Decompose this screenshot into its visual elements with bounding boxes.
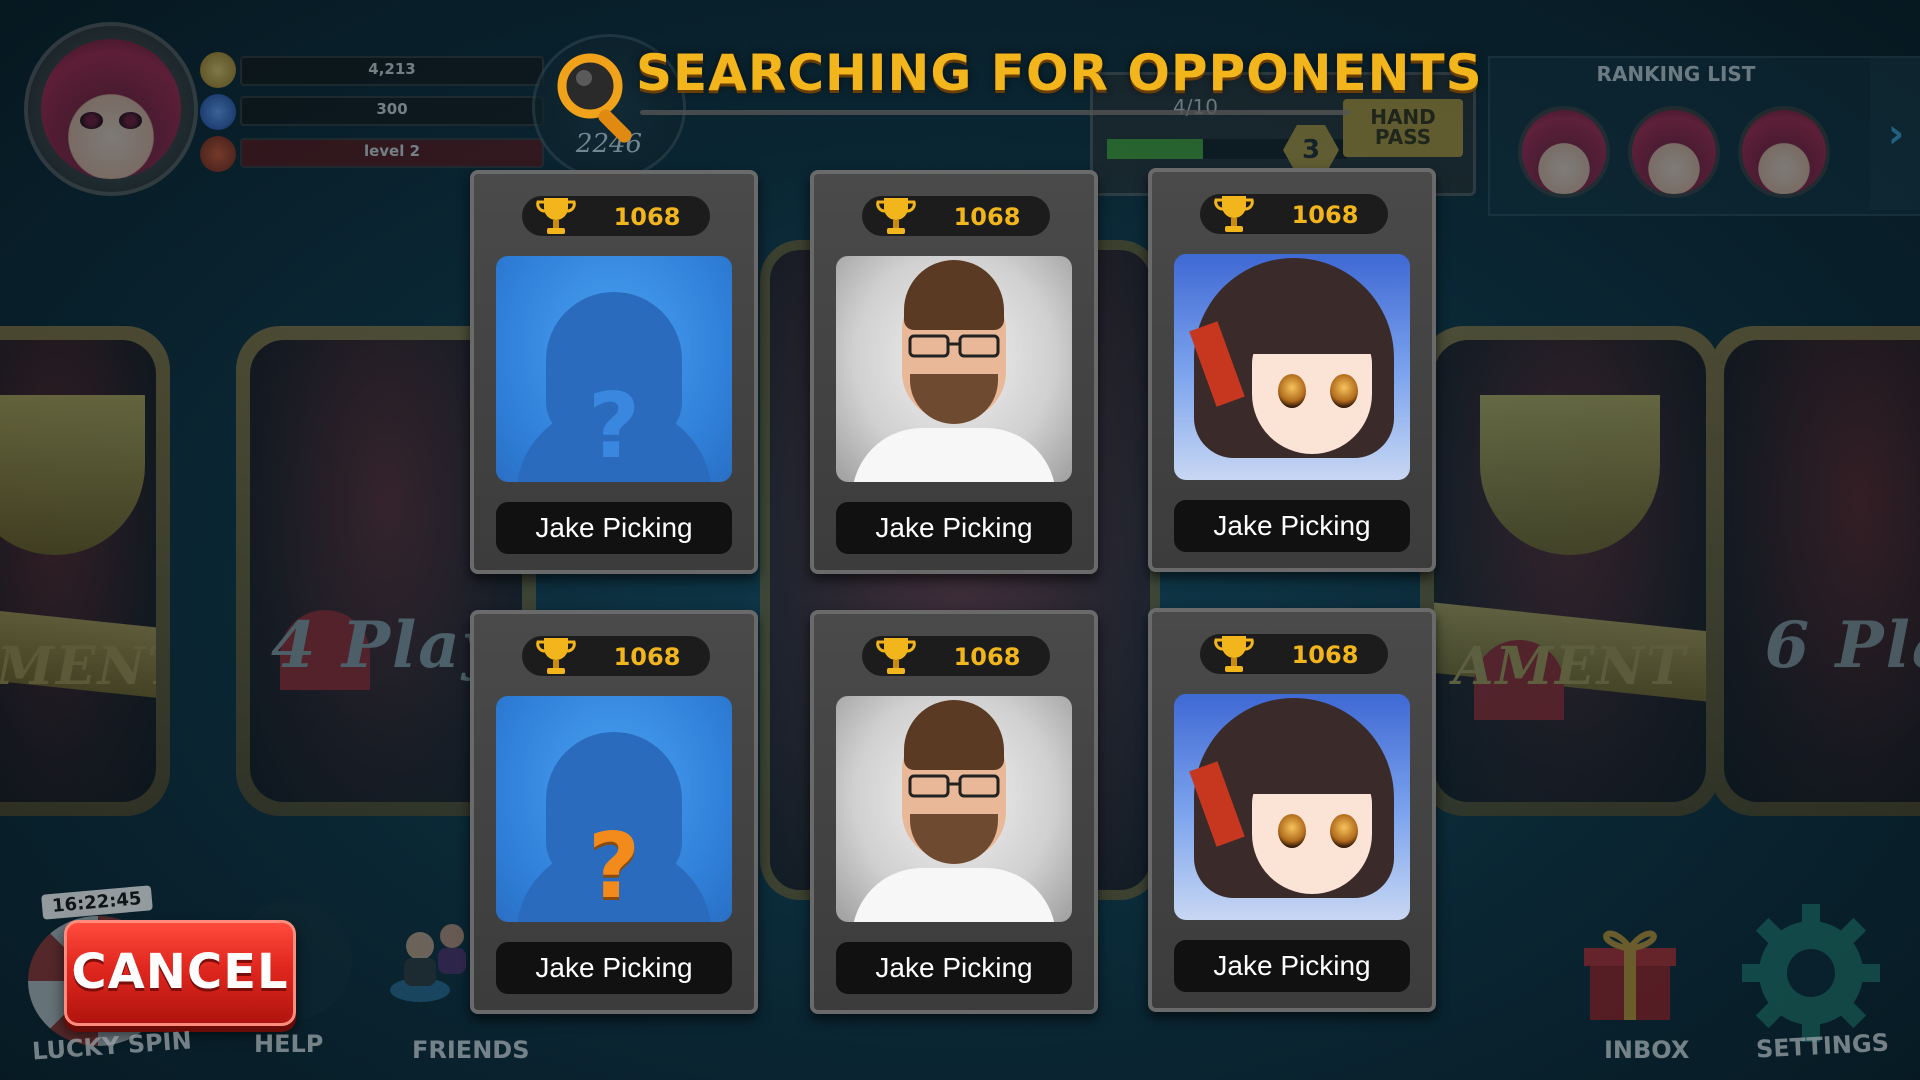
ranking-avatar-3[interactable] — [1738, 106, 1830, 198]
tournament-card-left: AMENT — [0, 326, 170, 816]
score-badge: 1068 — [522, 196, 710, 236]
friends-icon[interactable] — [380, 900, 490, 1010]
opponent-card: 1068 Jake Picking — [810, 610, 1098, 1014]
opponent-score: 1068 — [953, 203, 1021, 231]
opponent-score: 1068 — [613, 643, 681, 671]
opponent-card: 1068 Jake Picking — [1148, 608, 1436, 1012]
gems-value: 300 — [376, 100, 408, 118]
player-stats-panel: 4,213 300 level 2 — [170, 44, 544, 184]
score-badge: 1068 — [862, 196, 1050, 236]
ranking-next-arrow-icon[interactable]: › — [1870, 58, 1920, 210]
opponent-anime-avatar — [1174, 694, 1410, 920]
hand-pass-label: HAND PASS — [1343, 99, 1463, 157]
opponent-score: 1068 — [613, 203, 681, 231]
inbox-label[interactable]: INBOX — [1604, 1036, 1689, 1064]
question-mark-icon: ? — [587, 814, 641, 919]
opponent-card: 1068 Jake Picking — [810, 170, 1098, 574]
opponent-photo — [836, 256, 1072, 482]
gear-icon[interactable] — [1736, 898, 1886, 1048]
coins-bar: 4,213 — [240, 56, 544, 86]
trophy-icon — [536, 198, 576, 234]
score-badge: 1068 — [522, 636, 710, 676]
trophy-icon — [876, 638, 916, 674]
opponent-card: 1068 ? Jake Picking — [470, 610, 758, 1014]
page-title: SEARCHING FOR OPPONENTS — [636, 44, 1483, 102]
level-icon — [200, 136, 236, 172]
ranking-list-panel: RANKING LIST › — [1488, 56, 1920, 216]
opponent-anime-avatar — [1174, 254, 1410, 480]
level-bar: level 2 — [240, 138, 544, 168]
opponent-score: 1068 — [1291, 641, 1359, 669]
opponent-score: 1068 — [953, 643, 1021, 671]
opponent-name: Jake Picking — [1174, 940, 1410, 992]
ranking-avatar-2[interactable] — [1628, 106, 1720, 198]
ranking-avatar-1[interactable] — [1518, 106, 1610, 198]
magnifier-icon — [557, 53, 632, 143]
trophy-icon — [536, 638, 576, 674]
opponent-card: 1068 Jake Picking — [1148, 168, 1436, 572]
tournament-card-right: AMENT — [1420, 326, 1720, 816]
score-badge: 1068 — [1200, 194, 1388, 234]
gem-icon — [200, 94, 236, 130]
score-badge: 1068 — [1200, 634, 1388, 674]
cancel-button[interactable]: CANCEL — [64, 920, 296, 1026]
trophy-icon — [1214, 636, 1254, 672]
title-divider — [640, 110, 1350, 115]
trophy-icon — [876, 198, 916, 234]
friends-label[interactable]: FRIENDS — [412, 1036, 530, 1064]
opponent-name: Jake Picking — [496, 502, 732, 554]
trophy-icon — [1214, 196, 1254, 232]
opponent-name: Jake Picking — [836, 942, 1072, 994]
opponent-card: 1068 ? Jake Picking — [470, 170, 758, 574]
opponent-name: Jake Picking — [496, 942, 732, 994]
unknown-avatar-icon: ? — [496, 696, 732, 922]
gift-icon[interactable] — [1570, 910, 1690, 1030]
coins-value: 4,213 — [368, 60, 416, 78]
question-mark-icon: ? — [587, 374, 641, 479]
opponent-photo — [836, 696, 1072, 922]
score-badge: 1068 — [862, 636, 1050, 676]
coin-icon — [200, 52, 236, 88]
six-player-card: 6 Pla — [1710, 326, 1920, 816]
level-value: level 2 — [363, 142, 421, 160]
opponent-score: 1068 — [1291, 201, 1359, 229]
help-label[interactable]: HELP — [254, 1030, 323, 1058]
opponent-name: Jake Picking — [836, 502, 1072, 554]
gems-bar: 300 — [240, 96, 544, 126]
opponent-name: Jake Picking — [1174, 500, 1410, 552]
ranking-title: RANKING LIST — [1596, 62, 1756, 86]
unknown-avatar-icon: ? — [496, 256, 732, 482]
